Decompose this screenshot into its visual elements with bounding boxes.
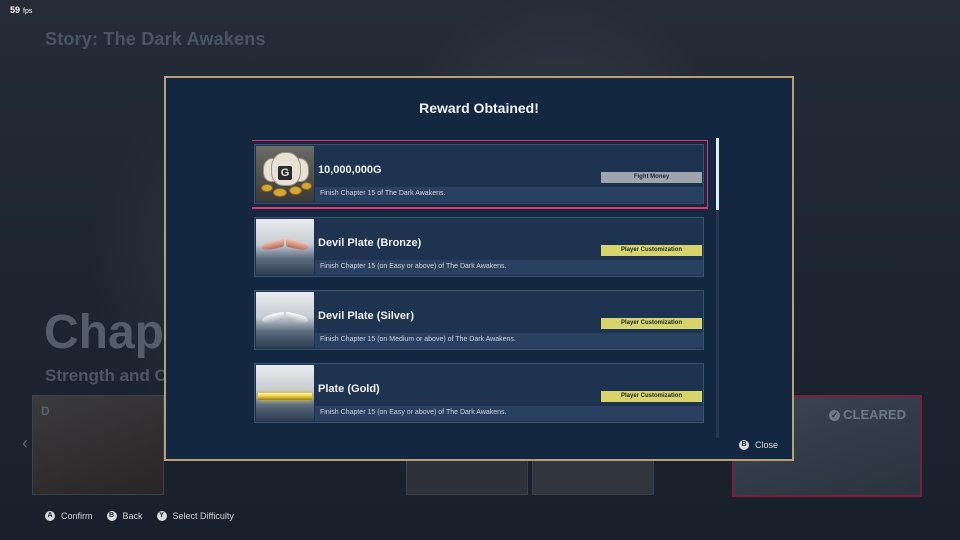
close-button[interactable]: B Close [738, 440, 778, 450]
category-tag: Player Customization [601, 318, 702, 329]
category-tag: Fight Money [601, 172, 702, 183]
reward-description: Finish Chapter 15 of The Dark Awakens. [320, 190, 446, 197]
reward-description-bar: Finish Chapter 15 (on Easy or above) of … [315, 260, 703, 275]
reward-thumbnail [256, 292, 314, 348]
reward-item[interactable]: G 10,000,000G Fight Money Finish Chapter… [252, 140, 708, 209]
devil-wings-bronze-icon [262, 238, 308, 252]
reward-item[interactable]: Devil Plate (Bronze) Player Customizatio… [254, 217, 704, 277]
b-button-icon: B [106, 511, 117, 521]
money-bags-icon: G [259, 152, 312, 198]
wing-left [262, 238, 284, 252]
reward-description-bar: Finish Chapter 15 (on Easy or above) of … [315, 406, 703, 421]
reward-thumbnail [256, 219, 314, 275]
list-scrollbar[interactable] [716, 138, 719, 438]
wing-right [286, 238, 308, 252]
b-button-icon: B [738, 440, 749, 450]
chapter-card-label: D [41, 404, 50, 418]
fps-counter: 59 fps [10, 5, 32, 15]
reward-name: Plate (Gold) [318, 383, 380, 395]
select-difficulty-hint[interactable]: Y Select Difficulty [156, 511, 234, 521]
cleared-badge: ✓ CLEARED [829, 407, 906, 422]
reward-item[interactable]: Plate (Gold) Player Customization Finish… [254, 363, 704, 423]
reward-description: Finish Chapter 15 (on Easy or above) of … [320, 263, 507, 270]
confirm-label: Confirm [61, 511, 93, 521]
fps-value: 59 [10, 5, 21, 15]
coin-shape [289, 186, 302, 195]
chevron-left-icon[interactable]: ‹ [22, 433, 28, 454]
reward-thumbnail: G [256, 146, 314, 202]
cleared-label: CLEARED [843, 407, 906, 422]
wing-right [286, 311, 308, 325]
reward-description-bar: Finish Chapter 15 of The Dark Awakens. [315, 187, 703, 202]
fps-unit: fps [23, 8, 33, 15]
reward-thumbnail [256, 365, 314, 421]
coin-shape [273, 188, 287, 197]
chapter-card[interactable]: D [32, 395, 164, 495]
select-difficulty-label: Select Difficulty [172, 511, 234, 521]
close-label: Close [754, 440, 778, 450]
category-tag: Player Customization [601, 245, 702, 256]
category-tag: Player Customization [601, 391, 702, 402]
dialog-title: Reward Obtained! [419, 100, 539, 116]
reward-name: 10,000,000G [318, 164, 382, 176]
back-label: Back [122, 511, 143, 521]
check-icon: ✓ [829, 410, 841, 421]
reward-description: Finish Chapter 15 (on Medium or above) o… [320, 336, 516, 343]
a-button-icon: A [45, 511, 55, 521]
coin-shape [261, 184, 273, 192]
button-hints-bar: A Confirm B Back Y Select Difficulty [45, 511, 234, 521]
reward-list: G 10,000,000G Fight Money Finish Chapter… [252, 140, 708, 430]
devil-wings-silver-icon [262, 311, 308, 325]
reward-description-bar: Finish Chapter 15 (on Medium or above) o… [315, 333, 703, 348]
story-title: Story: The Dark Awakens [45, 29, 266, 49]
reward-name: Devil Plate (Bronze) [318, 237, 422, 249]
back-hint[interactable]: B Back [106, 511, 143, 521]
reward-description: Finish Chapter 15 (on Easy or above) of … [320, 409, 507, 416]
confirm-hint[interactable]: A Confirm [45, 511, 93, 521]
gold-plate-icon [258, 393, 312, 400]
reward-name: Devil Plate (Silver) [318, 310, 414, 322]
wing-left [262, 311, 284, 325]
g-logo: G [278, 166, 292, 180]
coin-shape [301, 182, 312, 190]
reward-item[interactable]: Devil Plate (Silver) Player Customizatio… [254, 290, 704, 350]
y-button-icon: Y [156, 511, 167, 521]
reward-dialog: Reward Obtained! G 10,000,000G Fight Mon… [164, 76, 794, 461]
chapter-subtitle: Strength and Co [45, 366, 178, 385]
scrollbar-thumb[interactable] [716, 138, 719, 210]
